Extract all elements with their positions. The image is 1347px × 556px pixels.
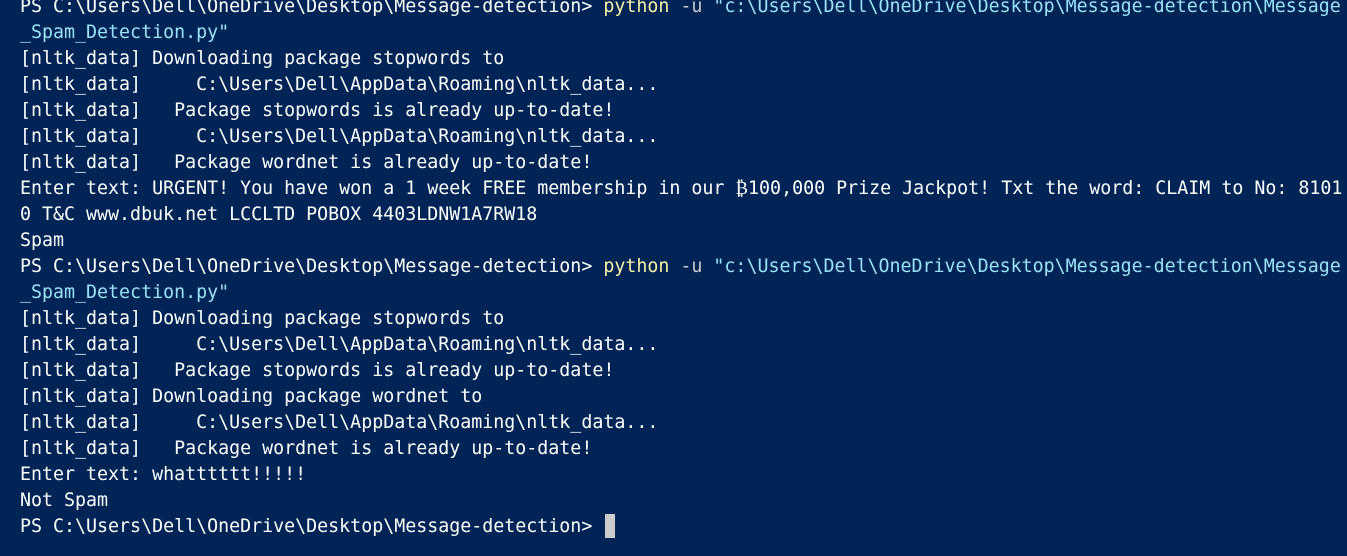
script-path: "c:\Users\Dell\OneDrive\Desktop\Message-… — [713, 0, 1341, 17]
text-cursor[interactable] — [605, 514, 616, 538]
output-line: 0 T&C www.dbuk.net LCCLTD POBOX 4403LDNW… — [20, 204, 538, 225]
output-line: Enter text: URGENT! You have won a 1 wee… — [20, 178, 1343, 199]
active-prompt-line[interactable]: PS C:\Users\Dell\OneDrive\Desktop\Messag… — [20, 514, 1347, 540]
output-line: [nltk_data] C:\Users\Dell\AppData\Roamin… — [20, 74, 659, 95]
output-line: [nltk_data] Downloading package stopword… — [20, 48, 505, 69]
output-line: [nltk_data] Package stopwords is already… — [20, 100, 615, 121]
command-line-wrap: _Spam_Detection.py" — [20, 20, 1347, 46]
command-flag: -u — [669, 256, 714, 277]
command-flag: -u — [669, 0, 714, 17]
output-line: Enter text: whatttttt!!!!! — [20, 464, 307, 485]
command-line: PS C:\Users\Dell\OneDrive\Desktop\Messag… — [20, 0, 1347, 20]
result-line: Spam — [20, 230, 65, 251]
prompt: PS C:\Users\Dell\OneDrive\Desktop\Messag… — [20, 516, 604, 537]
output-line: [nltk_data] C:\Users\Dell\AppData\Roamin… — [20, 334, 659, 355]
prompt: PS C:\Users\Dell\OneDrive\Desktop\Messag… — [20, 256, 604, 277]
script-path: "c:\Users\Dell\OneDrive\Desktop\Message-… — [713, 256, 1341, 277]
output-line: [nltk_data] C:\Users\Dell\AppData\Roamin… — [20, 412, 659, 433]
result-line: Not Spam — [20, 490, 109, 511]
command-line: PS C:\Users\Dell\OneDrive\Desktop\Messag… — [20, 254, 1347, 280]
command-name: python — [603, 0, 670, 17]
script-path-continued: _Spam_Detection.py" — [20, 22, 230, 43]
output-line: [nltk_data] Downloading package wordnet … — [20, 386, 483, 407]
output-line: [nltk_data] Package stopwords is already… — [20, 360, 615, 381]
output-line: [nltk_data] Package wordnet is already u… — [20, 152, 593, 173]
output-line: [nltk_data] Package wordnet is already u… — [20, 438, 593, 459]
output-line: [nltk_data] Downloading package stopword… — [20, 308, 505, 329]
terminal-window[interactable]: PS C:\Users\Dell\OneDrive\Desktop\Messag… — [0, 0, 1347, 550]
script-path-continued: _Spam_Detection.py" — [20, 282, 230, 303]
prompt: PS C:\Users\Dell\OneDrive\Desktop\Messag… — [20, 0, 604, 17]
output-line: [nltk_data] C:\Users\Dell\AppData\Roamin… — [20, 126, 659, 147]
command-line-wrap: _Spam_Detection.py" — [20, 280, 1347, 306]
command-name: python — [603, 256, 670, 277]
